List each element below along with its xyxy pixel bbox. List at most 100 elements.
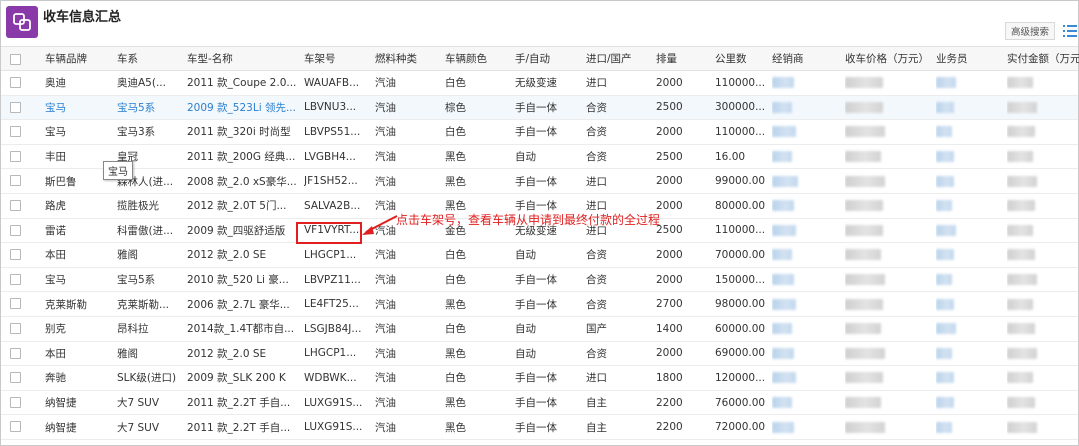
column-header-model[interactable]: 车型-名称 [187,47,302,70]
list-icon[interactable] [1063,24,1077,38]
col-displacement-cell: 1800 [656,371,683,384]
col-dealer-cell [772,292,842,316]
col-vin-cell[interactable]: WAUAFB... [304,71,372,95]
col-displacement-cell: 2700 [656,298,683,311]
col-mileage-cell: 76000.00 [715,396,766,409]
column-header-series[interactable]: 车系 [117,47,185,70]
table-row[interactable]: 克莱斯勒 克莱斯勒... 2006 款_2.7L 豪华... LE4FT25... 汽油… [1,292,1078,317]
col-salesman-cell [936,415,1004,439]
col-origin-cell: 国产 [586,323,607,336]
col-series-cell: 大7 SUV [117,421,160,434]
col-paid-cell [1007,169,1077,193]
col-vin-cell[interactable]: LBVPZ11... [304,268,372,292]
column-header-color[interactable]: 车辆颜色 [445,47,513,70]
redacted-value [845,421,885,433]
redacted-value [1007,323,1035,335]
col-model-cell: 2011 款_Coupe 2.0... [187,77,297,90]
redacted-value [845,224,883,236]
annotation-text: 点击车架号，查看车辆从申请到最终付款的全过程 [396,213,661,227]
col-paid-cell [1007,145,1077,169]
col-vin-cell[interactable]: LUXG91S... [304,415,372,439]
col-salesman-cell [936,194,1004,218]
row-checkbox[interactable] [10,77,21,88]
col-vin-cell[interactable]: LHGCP1... [304,342,372,366]
column-header-price[interactable]: 收车价格（万元） [845,47,934,70]
table-row[interactable]: 奔驰 SLK级(进口) 2009 款_SLK 200 K WDBWK... 汽油 白色 手自… [1,366,1078,391]
col-brand-cell: 宝马 [45,274,66,287]
table-row[interactable]: 纳智捷 大7 SUV 2011 款_2.2T 手自... LUXG91S... 汽油 黑色… [1,391,1078,416]
column-header-dealer[interactable]: 经销商 [772,47,843,70]
table-row[interactable]: 奥迪 奥迪A5(... 2011 款_Coupe 2.0... WAUAFB... 汽油… [1,71,1078,96]
column-header-salesman[interactable]: 业务员 [936,47,1005,70]
redacted-value [845,347,885,359]
col-vin-cell[interactable]: LVGBH4... [304,145,372,169]
col-series-cell: 科雷傲(进... [117,224,174,237]
col-color-cell: 白色 [445,126,466,139]
col-dealer-cell [772,317,842,341]
col-vin-cell[interactable]: WDBWK... [304,366,372,390]
row-checkbox[interactable] [10,347,21,359]
column-header-fuel[interactable]: 燃料种类 [375,47,443,70]
col-model-cell: 2009 款_SLK 200 K [187,372,286,385]
select-all-checkbox[interactable] [10,54,21,65]
table-row[interactable]: 宝马 宝马5系 2010 款_520 Li 豪... LBVPZ11... 汽油 白色 手自… [1,268,1078,293]
col-vin-cell[interactable]: LE4FT25... [304,292,372,316]
row-checkbox[interactable] [10,421,21,433]
redacted-value [936,249,954,261]
col-vin-cell[interactable]: LSGJB84J... [304,317,372,341]
table-row[interactable]: 宝马 宝马3系 2011 款_320i 时尚型 LBVPS51... 汽油 白色 手自一体 合… [1,120,1078,145]
col-displacement-cell: 2200 [656,396,683,409]
advanced-search-button[interactable]: 高级搜索 [1005,22,1055,40]
col-price-cell [845,366,933,390]
row-checkbox[interactable] [10,273,21,285]
col-price-cell [845,96,933,120]
col-vin-cell[interactable]: LHGCP1... [304,243,372,267]
col-origin-cell: 自主 [586,397,607,410]
col-salesman-cell [936,243,1004,267]
col-transmission-cell: 自动 [515,347,536,360]
col-salesman-cell [936,71,1004,95]
col-vin-cell[interactable]: JF1SH52... [304,169,372,193]
redacted-value [1007,249,1035,261]
row-checkbox[interactable] [10,298,21,310]
tooltip: 宝马 [103,161,133,180]
column-header-brand[interactable]: 车辆品牌 [45,47,115,70]
column-header-transmission[interactable]: 手/自动 [515,47,584,70]
col-brand-cell: 纳智捷 [45,397,77,410]
table-row[interactable]: 纳智捷 大7 SUV 2011 款_2.2T 手自... LUXG91S... 汽油 黑色… [1,415,1078,440]
table-row[interactable]: 斯巴鲁 森林人(进... 2008 款_2.0 xS豪华... JF1SH52... 汽… [1,169,1078,194]
column-header-paid[interactable]: 实付金额（万元 [1007,47,1079,70]
col-salesman-cell [936,342,1004,366]
row-checkbox[interactable] [10,323,21,334]
table-row[interactable]: 宝马 宝马5系 2009 款_523Li 领先... LBVNU3... 汽油 棕色 手自一… [1,95,1078,121]
redacted-value [845,249,881,261]
col-origin-cell: 自主 [586,421,607,434]
row-checkbox[interactable] [10,396,21,408]
col-vin-cell[interactable]: LBVNU3... [304,96,372,120]
row-checkbox[interactable] [10,249,21,261]
row-checkbox[interactable] [10,150,21,162]
table-row[interactable]: 丰田 皇冠 2011 款_200G 经典... LVGBH4... 汽油 黑色 自动 合资 25… [1,145,1078,170]
row-checkbox[interactable] [10,372,21,384]
column-header-displacement[interactable]: 排量 [656,47,713,70]
col-brand-cell: 克莱斯勒 [45,298,87,311]
col-mileage-cell: 110000... [715,125,766,138]
column-header-origin[interactable]: 进口/国产 [586,47,654,70]
row-checkbox[interactable] [10,175,21,187]
col-vin-cell[interactable]: LUXG91S... [304,391,372,415]
col-displacement-cell: 2500 [656,224,683,237]
column-header-mileage[interactable]: 公里数 [715,47,770,70]
col-vin-cell[interactable]: LBVPS51... [304,120,372,144]
table-row[interactable]: 本田 雅阁 2012 款_2.0 SE LHGCP1... 汽油 白色 自动 合资 2000 70… [1,243,1078,268]
col-transmission-cell: 手自一体 [515,175,557,188]
table-row[interactable]: 本田 雅阁 2012 款_2.0 SE LHGCP1... 汽油 黑色 自动 合资 2000 69… [1,342,1078,367]
col-salesman-cell [936,219,1004,243]
column-header-vin[interactable]: 车架号 [304,47,373,70]
row-checkbox[interactable] [10,224,21,236]
col-salesman-cell [936,145,1004,169]
row-checkbox[interactable] [10,200,21,211]
col-dealer-cell [772,243,842,267]
table-row[interactable]: 别克 昂科拉 2014款_1.4T都市自... LSGJB84J... 汽油 白色 自动 国产… [1,317,1078,342]
row-checkbox[interactable] [10,126,21,138]
row-checkbox[interactable] [10,101,21,113]
